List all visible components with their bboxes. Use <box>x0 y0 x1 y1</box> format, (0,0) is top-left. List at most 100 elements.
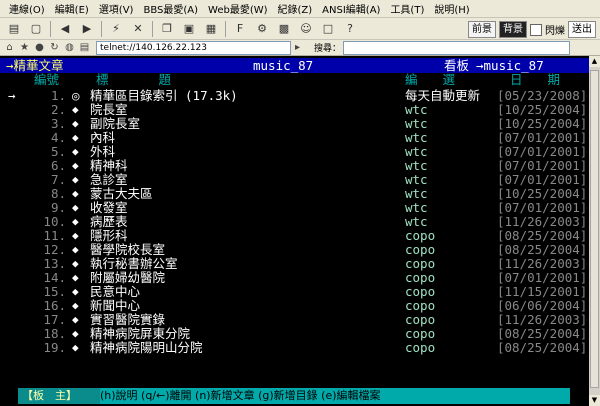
entry-date: [10/25/2004] <box>497 102 588 117</box>
vertical-scrollbar[interactable]: ▲ ▼ <box>589 56 600 406</box>
list-item[interactable]: 4. ◆ 內科 wtc [07/01/2001] <box>0 130 589 145</box>
menu-item-1[interactable]: 編輯(E) <box>50 1 94 16</box>
entry-marker: ◆ <box>72 285 79 298</box>
page-icon[interactable]: ▤ <box>78 41 91 54</box>
star-icon[interactable]: ★ <box>18 41 31 54</box>
col-num: 編號 <box>34 72 60 87</box>
entry-editor: wtc <box>405 214 428 229</box>
menu-item-8[interactable]: 說明(H) <box>429 1 474 16</box>
entry-editor: copo <box>405 326 436 341</box>
menu-item-7[interactable]: 工具(T) <box>385 1 429 16</box>
home-icon[interactable]: ⌂ <box>3 41 16 54</box>
entry-editor: copo <box>405 270 436 285</box>
list-item[interactable]: 8. ◆ 蒙古大夫區 wtc [10/25/2004] <box>0 186 589 201</box>
settings-icon[interactable]: ⚙ <box>253 21 271 37</box>
entry-date: [10/25/2004] <box>497 116 588 131</box>
toolbar-divider <box>50 20 51 37</box>
entry-date: [07/01/2001] <box>497 172 588 187</box>
menu-item-2[interactable]: 選項(V) <box>94 1 139 16</box>
list-item[interactable]: 7. ◆ 急診室 wtc [07/01/2001] <box>0 172 589 187</box>
menu-item-5[interactable]: 紀錄(Z) <box>273 1 318 16</box>
toolbar: ▤ ▢ ◀ ▶ ⚡ ✕ ❐ ▣ ▦ F ⚙ ▩ ☺ □ ? 前景 背景 閃爍 送… <box>0 18 600 40</box>
scroll-up-icon[interactable]: ▲ <box>589 56 600 67</box>
footer-keys: (h)說明 (q/←)離開 (n)新增文章 (g)新增目錄 (e)編輯檔案 <box>100 388 570 404</box>
list-item[interactable]: 12. ◆ 醫學院校長室 copo [08/25/2004] <box>0 242 589 257</box>
list-item[interactable]: 18. ◆ 精神病院屏東分院 copo [08/25/2004] <box>0 326 589 341</box>
list-item[interactable]: 10. ◆ 病歷表 wtc [11/26/2003] <box>0 214 589 229</box>
list-item[interactable]: 3. ◆ 副院長室 wtc [10/25/2004] <box>0 116 589 131</box>
refresh-icon[interactable]: ↻ <box>48 41 61 54</box>
background-toggle[interactable]: 背景 <box>499 21 527 38</box>
user-icon[interactable]: ☺ <box>297 21 315 37</box>
list-item[interactable]: 2. ◆ 院長室 wtc [10/25/2004] <box>0 102 589 117</box>
list-item[interactable]: 13. ◆ 執行秘書辦公室 copo [11/26/2003] <box>0 256 589 271</box>
entry-title: 執行秘書辦公室 <box>90 256 178 271</box>
forward-icon[interactable]: ▶ <box>78 21 96 37</box>
entry-number: 13. <box>43 256 66 271</box>
scroll-down-icon[interactable]: ▼ <box>589 395 600 406</box>
paste-icon[interactable]: ▣ <box>180 21 198 37</box>
grid-icon[interactable]: ▩ <box>275 21 293 37</box>
entry-marker: ◆ <box>72 145 79 158</box>
address-bar: ⌂ ★ ● ↻ ◍ ▤ telnet://140.126.22.123 ▸ 搜尋… <box>0 40 600 56</box>
copy-icon[interactable]: ❐ <box>158 21 176 37</box>
entry-marker: ◆ <box>72 173 79 186</box>
send-select[interactable]: 送出 <box>568 21 596 38</box>
blink-label: 閃爍 <box>545 26 565 37</box>
entry-title: 精華區目錄索引 (17.3k) <box>90 88 238 103</box>
foreground-toggle[interactable]: 前景 <box>468 21 496 38</box>
terminal-screen[interactable]: →精華文章 music_87 看板 →music_87 編號 標 題 編 選 日… <box>0 56 589 406</box>
entry-number: 2. <box>50 102 66 117</box>
col-editor: 編 選 <box>405 72 456 87</box>
entry-date: [07/01/2001] <box>497 270 588 285</box>
list-item[interactable]: 15. ◆ 民意中心 copo [11/15/2001] <box>0 284 589 299</box>
disconnect-icon[interactable]: ✕ <box>129 21 147 37</box>
menu-item-3[interactable]: BBS最愛(A) <box>138 1 203 16</box>
list-item[interactable]: 5. ◆ 外科 wtc [07/01/2001] <box>0 144 589 159</box>
entry-marker: ◆ <box>72 117 79 130</box>
list-item[interactable]: → 1. ◎ 精華區目錄索引 (17.3k) 每天自動更新 [05/23/2008] <box>0 88 589 103</box>
entry-number: 8. <box>50 186 66 201</box>
list-item[interactable]: 6. ◆ 精神科 wtc [07/01/2001] <box>0 158 589 173</box>
list-item[interactable]: 11. ◆ 隱形科 copo [08/25/2004] <box>0 228 589 243</box>
window-icon[interactable]: □ <box>319 21 337 37</box>
entry-editor: copo <box>405 312 436 327</box>
entry-date: [08/25/2004] <box>497 228 588 243</box>
entry-date: [05/23/2008] <box>497 88 588 103</box>
entry-date: [10/25/2004] <box>497 186 588 201</box>
entry-marker: ◆ <box>72 187 79 200</box>
list-item[interactable]: 9. ◆ 收發室 wtc [07/01/2001] <box>0 200 589 215</box>
entry-title: 新聞中心 <box>90 298 141 313</box>
entry-title: 精神病院陽明山分院 <box>90 340 203 355</box>
search-input[interactable] <box>343 40 571 55</box>
connect-icon[interactable]: ▤ <box>5 21 23 37</box>
entry-title: 急診室 <box>90 172 128 187</box>
entry-title: 隱形科 <box>90 228 128 243</box>
menu-item-4[interactable]: Web最愛(W) <box>203 1 273 16</box>
menu-item-0[interactable]: 連線(O) <box>4 1 50 16</box>
blink-checkbox[interactable] <box>530 23 542 36</box>
entry-title: 醫學院校長室 <box>90 242 166 257</box>
font-icon[interactable]: F <box>231 21 249 37</box>
help-icon[interactable]: ? <box>341 21 359 37</box>
new-icon[interactable]: ▢ <box>27 21 45 37</box>
address-input[interactable]: telnet://140.126.22.123 <box>96 40 291 55</box>
entry-number: 19. <box>43 340 66 355</box>
list-item[interactable]: 17. ◆ 實習醫院實錄 copo [11/26/2003] <box>0 312 589 327</box>
stop-icon[interactable]: ● <box>33 41 46 54</box>
scroll-thumb[interactable] <box>590 70 599 388</box>
footer-bar: 【板 主】 (h)說明 (q/←)離開 (n)新增文章 (g)新增目錄 (e)編… <box>0 388 589 404</box>
entry-marker: ◆ <box>72 299 79 312</box>
globe-icon[interactable]: ◍ <box>63 41 76 54</box>
list-item[interactable]: 14. ◆ 附屬婦幼醫院 copo [07/01/2001] <box>0 270 589 285</box>
entry-date: [11/15/2001] <box>497 284 588 299</box>
select-all-icon[interactable]: ▦ <box>202 21 220 37</box>
go-icon[interactable]: ▸ <box>291 41 304 54</box>
menu-item-6[interactable]: ANSI編輯(A) <box>317 1 385 16</box>
back-icon[interactable]: ◀ <box>56 21 74 37</box>
entry-title: 民意中心 <box>90 284 141 299</box>
list-item[interactable]: 19. ◆ 精神病院陽明山分院 copo [08/25/2004] <box>0 340 589 355</box>
reconnect-icon[interactable]: ⚡ <box>107 21 125 37</box>
list-item[interactable]: 16. ◆ 新聞中心 copo [06/06/2004] <box>0 298 589 313</box>
entry-marker: ◆ <box>72 201 79 214</box>
